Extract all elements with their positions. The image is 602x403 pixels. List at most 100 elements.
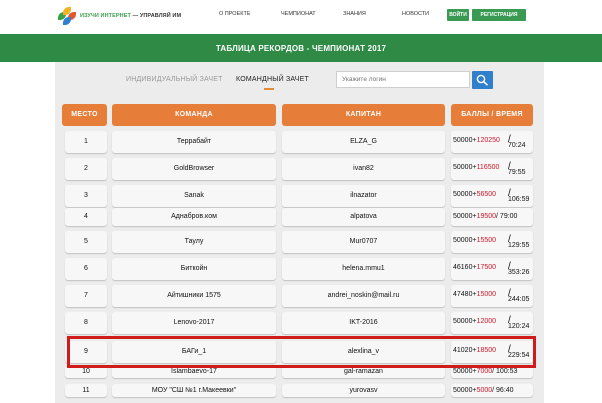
row-captain: gal-ramazan — [282, 365, 445, 378]
row-team[interactable]: Islambaevo-17 — [112, 365, 276, 378]
score-bonus: 19500 — [476, 213, 497, 220]
row-place: 3 — [65, 185, 107, 207]
register-button[interactable]: РЕГИСТРАЦИЯ — [472, 9, 526, 21]
score-bonus: 56500 — [476, 191, 497, 198]
score-value: 50000+120250 — [453, 137, 500, 144]
score-value: 50000+116500 — [453, 164, 499, 171]
score-value: 47480+15000 — [453, 291, 496, 298]
row-score: 50000+116500/79:55 — [451, 158, 533, 180]
score-time: 70:24 — [508, 142, 526, 149]
row-place: 5 — [65, 231, 107, 253]
row-place: 1 — [65, 131, 107, 153]
score-bonus: 5000 — [476, 386, 493, 394]
score-value: 50000+7000/ 100:53 — [453, 368, 517, 375]
login-button[interactable]: ВОЙТИ — [447, 9, 469, 21]
row-score: 41020+18500/229:54 — [451, 341, 533, 363]
logo-text: ИЗУЧИ ИНТЕРНЕТ — УПРАВЛЯЙ ИМ — [80, 13, 182, 19]
nav-knowledge[interactable]: ЗНАНИЯ — [343, 11, 366, 17]
score-bonus: 116500 — [476, 164, 500, 171]
score-time: 96:40 — [496, 386, 514, 394]
score-time: 229:54 — [508, 352, 530, 359]
score-bonus: 17500 — [476, 264, 497, 271]
row-team[interactable]: МОУ "СШ №1 г.Макеевки" — [112, 384, 276, 397]
row-team[interactable]: Аднабров.ком — [112, 208, 276, 226]
score-time: 106:59 — [508, 196, 530, 203]
nav-championship[interactable]: ЧЕМПИОНАТ — [281, 11, 316, 17]
score-base: 47480+ — [453, 291, 477, 298]
score-time: 353:26 — [508, 269, 530, 276]
score-value: 50000+56500 — [453, 191, 496, 198]
page-banner: ТАБЛИЦА РЕКОРДОВ - ЧЕМПИОНАТ 2017 — [0, 34, 602, 62]
score-base: 41020+ — [453, 347, 477, 354]
score-value: 46160+17500 — [453, 264, 496, 271]
row-captain: Mur0707 — [282, 231, 445, 253]
header-score: БАЛЛЫ / ВРЕМЯ — [451, 104, 533, 126]
score-base: 50000+ — [453, 137, 477, 144]
row-place: 6 — [65, 258, 107, 280]
row-score: 50000+7000/ 100:53 — [451, 365, 533, 378]
page-title: ТАБЛИЦА РЕКОРДОВ - ЧЕМПИОНАТ 2017 — [215, 44, 387, 53]
row-score: 46160+17500/353:26 — [451, 258, 533, 280]
score-base: 50000+ — [453, 213, 477, 220]
nav-news[interactable]: НОВОСТИ — [402, 11, 429, 17]
row-captain: ivan82 — [282, 158, 445, 180]
row-place: 9 — [65, 341, 107, 363]
top-navigation-bar: ИЗУЧИ ИНТЕРНЕТ — УПРАВЛЯЙ ИМ О ПРОЕКТЕ Ч… — [0, 0, 602, 35]
header-place: МЕСТО — [62, 104, 107, 126]
score-time: 244:05 — [508, 296, 530, 303]
row-score: 50000+15500/129:55 — [451, 231, 533, 253]
row-team[interactable]: Lenovo-2017 — [112, 312, 276, 334]
row-captain: ELZA_G — [282, 131, 445, 153]
row-place: 11 — [65, 384, 107, 397]
tab-individual[interactable]: ИНДИВИДУАЛЬНЫЙ ЗАЧЕТ — [126, 76, 223, 83]
row-captain: helena.mmu1 — [282, 258, 445, 280]
row-captain: yurovasv — [282, 384, 445, 397]
row-team[interactable]: Айтишники 1575 — [112, 285, 276, 307]
score-time: 79:55 — [508, 169, 526, 176]
score-bonus: 15000 — [476, 291, 497, 298]
row-score: 50000+120250/70:24 — [451, 131, 533, 153]
score-base: 50000+ — [453, 191, 477, 198]
row-captain: ilnazator — [282, 185, 445, 207]
login-search-input[interactable] — [336, 71, 470, 88]
nav-about[interactable]: О ПРОЕКТЕ — [219, 11, 251, 17]
score-bonus: 12000 — [476, 318, 497, 325]
score-value: 50000+15500 — [453, 237, 496, 244]
active-tab-indicator — [264, 88, 274, 90]
score-base: 50000+ — [453, 237, 477, 244]
score-time: 79:00 — [499, 213, 518, 220]
row-team[interactable]: Террабайт — [112, 131, 276, 153]
score-base: 50000+ — [453, 367, 477, 375]
row-team[interactable]: БАГи_1 — [112, 341, 276, 363]
score-base: 46160+ — [453, 264, 477, 271]
score-time: 129:55 — [508, 242, 530, 249]
row-place: 2 — [65, 158, 107, 180]
row-captain: alpatova — [282, 208, 445, 226]
score-bonus: 7000 — [476, 367, 493, 375]
score-value: 50000+5000/ 96:40 — [453, 387, 514, 394]
search-button[interactable] — [472, 71, 493, 89]
site-logo[interactable]: ИЗУЧИ ИНТЕРНЕТ — УПРАВЛЯЙ ИМ — [58, 5, 181, 27]
row-captain: andrei_noskin@mail.ru — [282, 285, 445, 307]
logo-icon — [58, 7, 76, 25]
score-value: 41020+18500 — [453, 347, 496, 354]
search-icon — [476, 74, 489, 86]
row-place: 8 — [65, 312, 107, 334]
tab-team[interactable]: КОМАНДНЫЙ ЗАЧЕТ — [236, 76, 309, 83]
row-score: 50000+12000/120:24 — [451, 312, 533, 334]
row-place: 10 — [65, 365, 107, 378]
row-score: 50000+5000/ 96:40 — [451, 384, 533, 397]
row-score: 47480+15000/244:05 — [451, 285, 533, 307]
score-value: 50000+19500/ 79:00 — [453, 213, 517, 220]
row-team[interactable]: Биткойн — [112, 258, 276, 280]
row-place: 4 — [65, 208, 107, 226]
row-captain: alexlina_v — [282, 341, 445, 363]
score-bonus: 18500 — [476, 347, 497, 354]
row-score: 50000+19500/ 79:00 — [451, 208, 533, 226]
row-team[interactable]: GoldBrowser — [112, 158, 276, 180]
row-score: 50000+56500/106:59 — [451, 185, 533, 207]
score-value: 50000+12000 — [453, 318, 496, 325]
score-base: 50000+ — [453, 386, 477, 394]
row-team[interactable]: Таулу — [112, 231, 276, 253]
row-team[interactable]: Sanak — [112, 185, 276, 207]
